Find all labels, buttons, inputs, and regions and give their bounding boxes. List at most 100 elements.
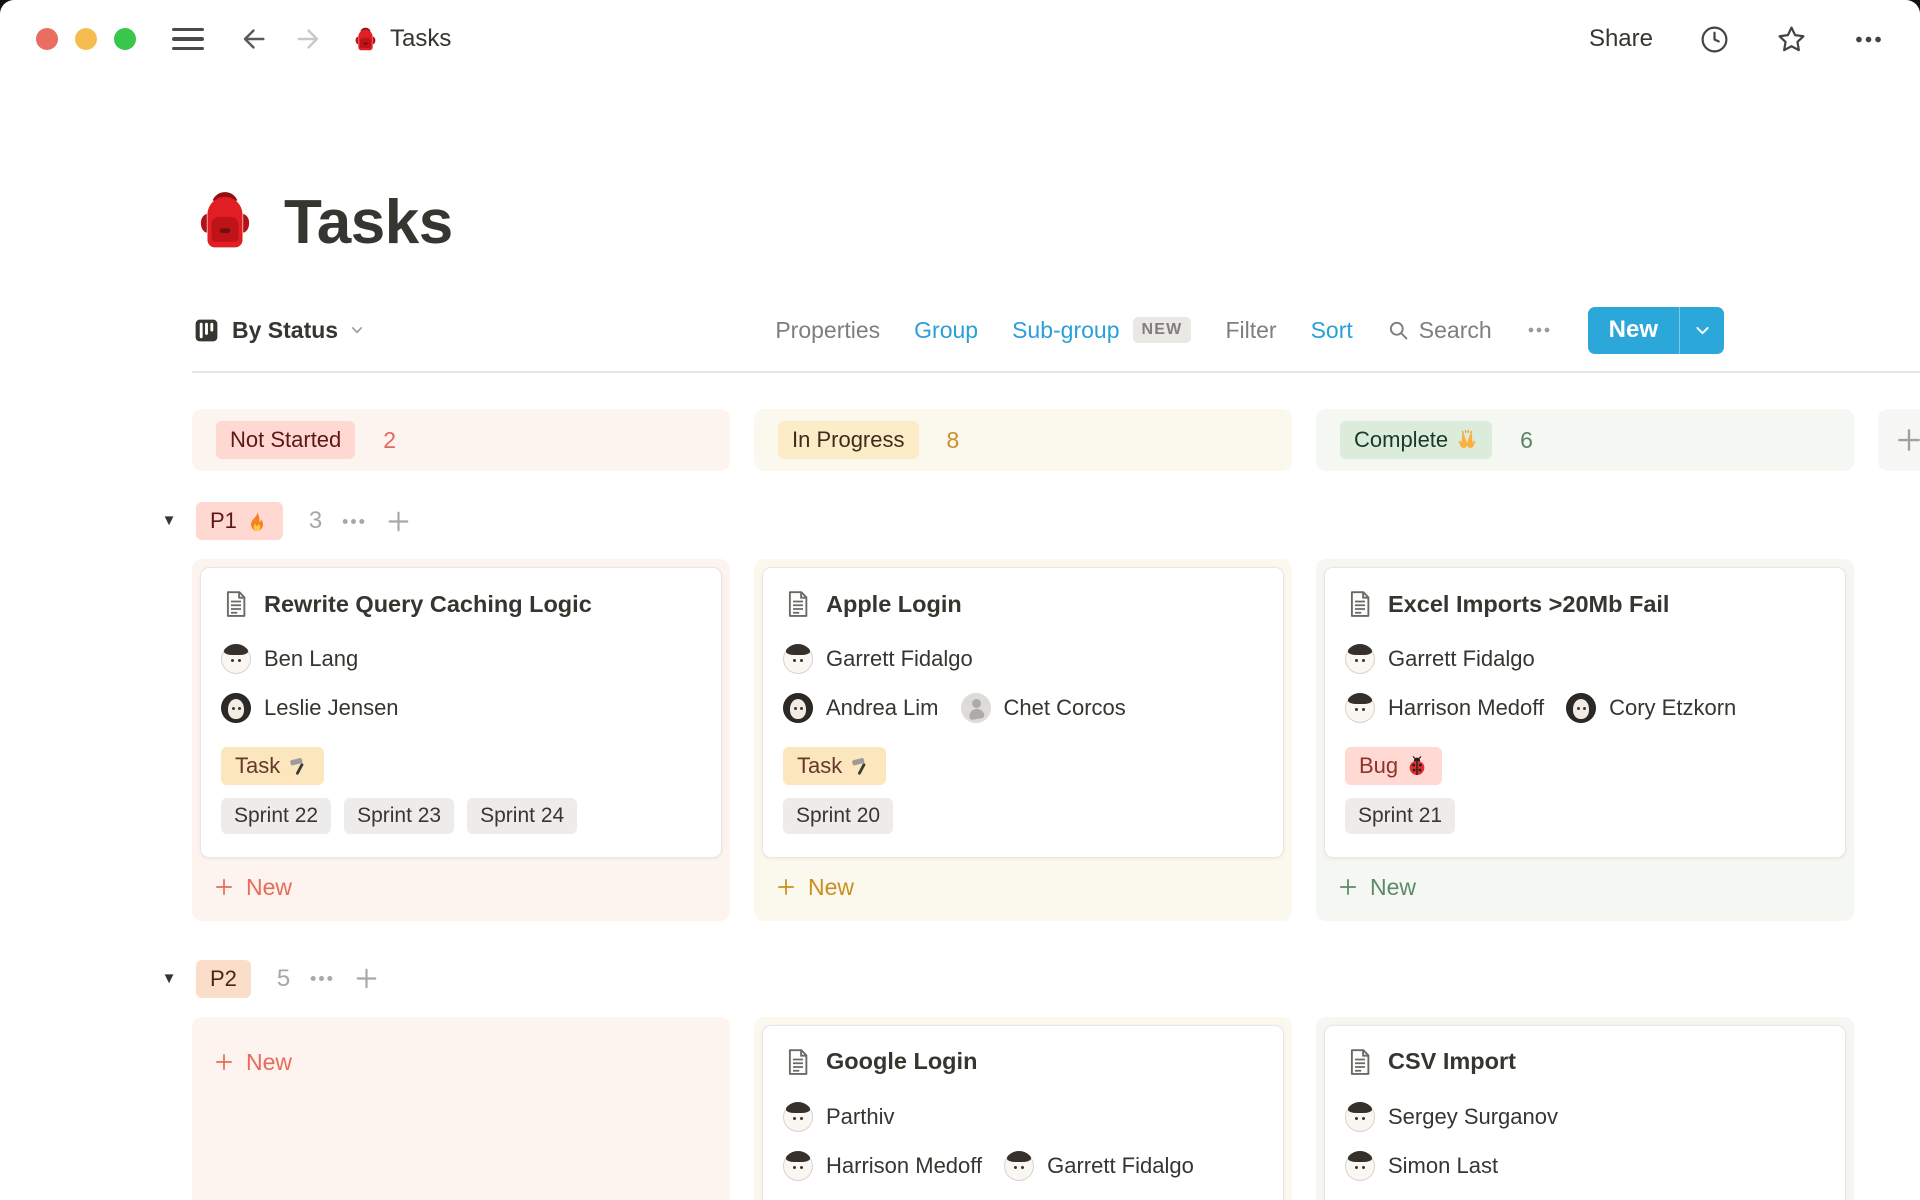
add-card-button[interactable]: New: [1324, 862, 1429, 913]
add-card-button[interactable]: New: [762, 862, 867, 913]
zoom-window-button[interactable]: [114, 28, 136, 50]
add-card-button[interactable]: New: [200, 1037, 305, 1088]
group-badge-p1[interactable]: P1: [196, 502, 283, 540]
sort-button[interactable]: Sort: [1311, 317, 1353, 344]
person-name: Chet Corcos: [1004, 695, 1126, 721]
card-title: CSV Import: [1388, 1048, 1516, 1075]
task-card-csv[interactable]: CSV Import Sergey Surganov Simon Last: [1324, 1025, 1846, 1200]
group-more-icon[interactable]: [340, 508, 367, 535]
assignee: Garrett Fidalgo: [783, 644, 973, 674]
share-button[interactable]: Share: [1589, 25, 1653, 53]
page-icon: [783, 1047, 813, 1077]
more-options-icon[interactable]: [1853, 24, 1884, 55]
sprint-badge: Sprint 22: [221, 798, 331, 834]
view-selector[interactable]: By Status: [192, 316, 365, 345]
person-name: Simon Last: [1388, 1153, 1498, 1179]
board-cell-in-progress-p2: Google Login Parthiv Harrison Medoff: [754, 1017, 1292, 1200]
avatar: [1345, 693, 1375, 723]
task-card-rewrite[interactable]: Rewrite Query Caching Logic Ben Lang: [200, 567, 722, 858]
subgroup-button[interactable]: Sub-group NEW: [1012, 317, 1191, 344]
raised-hands-icon: [1456, 429, 1478, 451]
assignee: Andrea Lim: [783, 693, 939, 723]
view-more-icon[interactable]: [1526, 317, 1552, 343]
task-card-apple[interactable]: Apple Login Garrett Fidalgo Andrea Li: [762, 567, 1284, 858]
status-badge[interactable]: In Progress: [778, 421, 919, 459]
column-header-not-started[interactable]: Not Started 2: [192, 409, 730, 471]
sprint-badge: Sprint 20: [783, 798, 893, 834]
column-header-complete[interactable]: Complete 6: [1316, 409, 1854, 471]
add-card-button[interactable]: New: [200, 862, 305, 913]
group-add-icon[interactable]: [353, 965, 380, 992]
hammer-icon: [850, 755, 872, 777]
board-cell-not-started-p1: Rewrite Query Caching Logic Ben Lang: [192, 559, 730, 921]
page-backpack-icon[interactable]: [192, 188, 258, 254]
new-dropdown-chevron-icon[interactable]: [1680, 307, 1724, 354]
person-name: Sergey Surganov: [1388, 1104, 1558, 1130]
sidebar-menu-icon[interactable]: [172, 28, 204, 50]
collapse-triangle-icon[interactable]: [160, 512, 178, 530]
back-arrow-icon[interactable]: [240, 25, 268, 53]
sprint-badge: Sprint 21: [1345, 798, 1455, 834]
filter-button[interactable]: Filter: [1225, 317, 1276, 344]
forward-arrow-icon[interactable]: [294, 25, 322, 53]
group-badge-p2[interactable]: P2: [196, 960, 251, 998]
tag-badge-bug: Bug: [1345, 747, 1442, 785]
traffic-lights: [36, 28, 136, 50]
view-name: By Status: [232, 317, 338, 344]
person-name: Ben Lang: [264, 646, 358, 672]
assignee: Sergey Surganov: [1345, 1102, 1558, 1132]
tag-badge-task: Task: [783, 747, 886, 785]
page-title: Tasks: [284, 192, 453, 254]
assignee: Harrison Medoff: [783, 1151, 982, 1181]
view-toolbar: By Status Properties Group Sub-group NEW…: [192, 306, 1920, 354]
task-card-excel[interactable]: Excel Imports >20Mb Fail Garrett Fidalgo: [1324, 567, 1846, 858]
group-more-icon[interactable]: [308, 965, 335, 992]
person-name: Harrison Medoff: [1388, 695, 1544, 721]
group-add-icon[interactable]: [385, 508, 412, 535]
board-cell-complete-p1: Excel Imports >20Mb Fail Garrett Fidalgo: [1316, 559, 1854, 921]
assignee: Garrett Fidalgo: [1345, 644, 1535, 674]
status-badge[interactable]: Complete: [1340, 421, 1492, 459]
person-name: Leslie Jensen: [264, 695, 399, 721]
person-name: Garrett Fidalgo: [1388, 646, 1535, 672]
new-feature-badge: NEW: [1133, 317, 1192, 343]
avatar: [1004, 1151, 1034, 1181]
assignee: Cory Etzkorn: [1566, 693, 1736, 723]
updates-clock-icon[interactable]: [1699, 24, 1730, 55]
column-header-in-progress[interactable]: In Progress 8: [754, 409, 1292, 471]
avatar: [1345, 1151, 1375, 1181]
avatar: [783, 1102, 813, 1132]
assignee: Chet Corcos: [961, 693, 1126, 723]
card-title: Google Login: [826, 1048, 977, 1075]
person-name: Harrison Medoff: [826, 1153, 982, 1179]
tag-badge-task: Task: [221, 747, 324, 785]
ladybug-icon: [1406, 755, 1428, 777]
chevron-down-icon: [349, 322, 365, 338]
add-column-button[interactable]: [1878, 409, 1920, 471]
breadcrumb[interactable]: Tasks: [352, 25, 451, 53]
plus-icon: [213, 1051, 235, 1073]
board-view-icon: [192, 316, 221, 345]
status-badge[interactable]: Not Started: [216, 421, 355, 459]
assignee: Parthiv: [783, 1102, 894, 1132]
new-button[interactable]: New: [1588, 307, 1724, 354]
person-name: Garrett Fidalgo: [826, 646, 973, 672]
properties-button[interactable]: Properties: [775, 317, 880, 344]
hammer-icon: [288, 755, 310, 777]
collapse-triangle-icon[interactable]: [160, 970, 178, 988]
minimize-window-button[interactable]: [75, 28, 97, 50]
group-button[interactable]: Group: [914, 317, 978, 344]
board-cell-complete-p2: CSV Import Sergey Surganov Simon Last: [1316, 1017, 1854, 1200]
board-cell-not-started-p2: New: [192, 1017, 730, 1200]
favorite-star-icon[interactable]: [1776, 24, 1807, 55]
fire-icon: [245, 509, 269, 533]
page-icon: [221, 589, 251, 619]
plus-icon: [213, 876, 235, 898]
search-button[interactable]: Search: [1387, 317, 1492, 344]
close-window-button[interactable]: [36, 28, 58, 50]
person-name: Cory Etzkorn: [1609, 695, 1736, 721]
window-doc-title: Tasks: [390, 25, 451, 53]
board: Not Started 2 In Progress 8 Complete 6: [192, 409, 1920, 1200]
plus-icon: [1337, 876, 1359, 898]
task-card-google[interactable]: Google Login Parthiv Harrison Medoff: [762, 1025, 1284, 1200]
